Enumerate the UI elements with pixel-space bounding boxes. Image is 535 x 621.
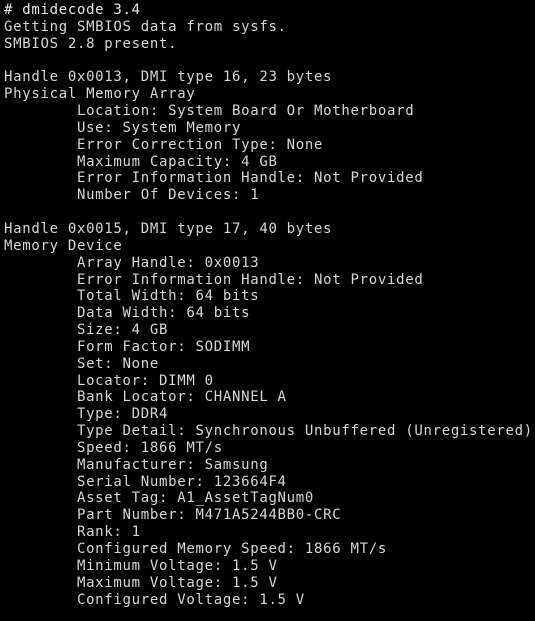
terminal-line: Error Information Handle: Not Provided	[4, 271, 424, 288]
terminal-line: Minimum Voltage: 1.5 V	[4, 557, 278, 574]
terminal-line: Error Correction Type: None	[4, 136, 324, 153]
terminal-line: Type: DDR4	[4, 406, 169, 423]
terminal-line: SMBIOS 2.8 present.	[4, 35, 178, 52]
terminal-line: Bank Locator: CHANNEL A	[4, 389, 287, 406]
terminal-line: Type Detail: Synchronous Unbuffered (Unr…	[4, 423, 533, 440]
terminal-line: # dmidecode 3.4	[4, 2, 141, 18]
terminal-output-pane[interactable]: # dmidecode 3.4 Getting SMBIOS data from …	[0, 0, 535, 621]
terminal-line: Maximum Voltage: 1.5 V	[4, 574, 278, 591]
terminal-line: Memory Device	[4, 237, 123, 254]
terminal-line: Location: System Board Or Motherboard	[4, 103, 415, 120]
terminal-line: Array Handle: 0x0013	[4, 254, 260, 271]
terminal-line: Use: System Memory	[4, 119, 242, 136]
terminal-line: Form Factor: SODIMM	[4, 338, 251, 355]
terminal-line: Manufacturer: Samsung	[4, 456, 269, 473]
terminal-line: Asset Tag: A1_AssetTagNum0	[4, 490, 315, 507]
terminal-line: Handle 0x0013, DMI type 16, 23 bytes	[4, 69, 333, 86]
terminal-line: Configured Voltage: 1.5 V	[4, 591, 305, 608]
terminal-line: Getting SMBIOS data from sysfs.	[4, 18, 287, 35]
terminal-line: Configured Memory Speed: 1866 MT/s	[4, 541, 387, 557]
terminal-line: Rank: 1	[4, 524, 141, 541]
terminal-line: Locator: DIMM 0	[4, 372, 214, 389]
terminal-line: Speed: 1866 MT/s	[4, 439, 223, 456]
terminal-line: Handle 0x0015, DMI type 17, 40 bytes	[4, 220, 333, 237]
terminal-line: Number Of Devices: 1	[4, 187, 260, 204]
terminal-line: Maximum Capacity: 4 GB	[4, 153, 278, 170]
terminal-line: Serial Number: 123664F4	[4, 473, 287, 490]
terminal-line: Total Width: 64 bits	[4, 288, 260, 305]
terminal-line: Data Width: 64 bits	[4, 305, 251, 322]
terminal-line: Size: 4 GB	[4, 322, 169, 339]
terminal-line: Error Information Handle: Not Provided	[4, 170, 424, 187]
terminal-line: Part Number: M471A5244BB0-CRC	[4, 507, 342, 524]
terminal-line: Physical Memory Array	[4, 86, 196, 103]
terminal-line: Set: None	[4, 355, 160, 372]
